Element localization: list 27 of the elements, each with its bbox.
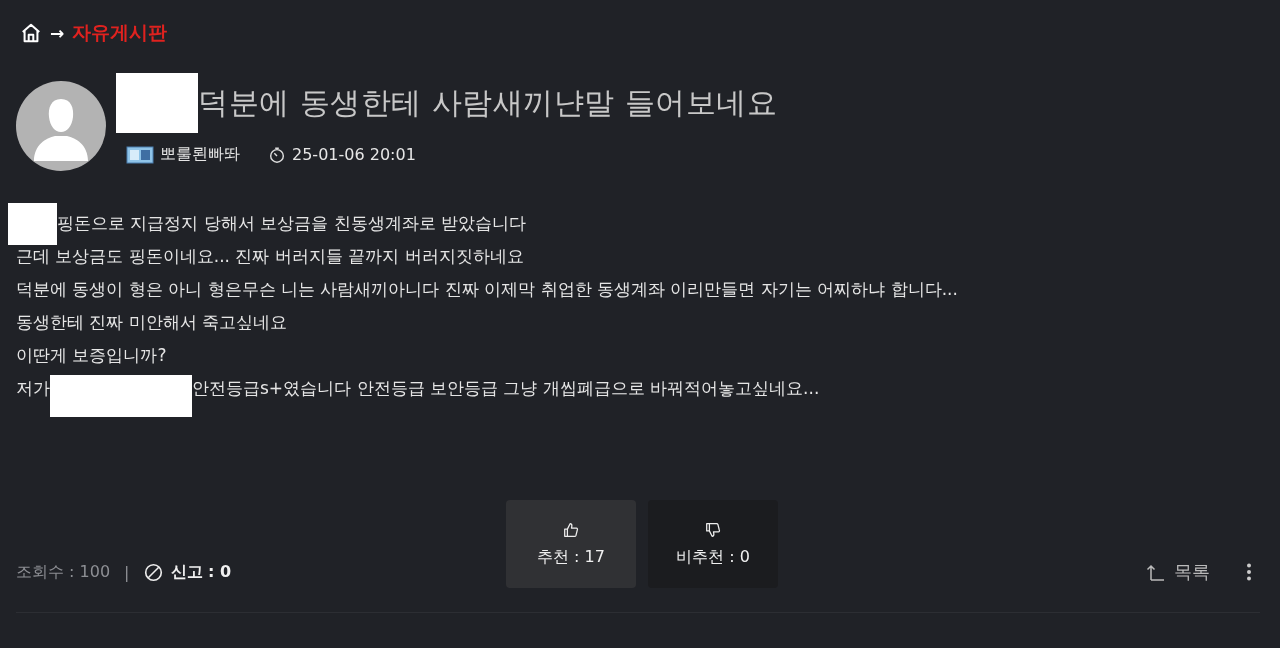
- return-arrow-icon: [1146, 562, 1166, 582]
- body-text: 핑돈으로 지급정지 당해서 보상금을 친동생계좌로 받았습니다: [57, 212, 527, 235]
- more-icon[interactable]: [1246, 562, 1252, 582]
- prohibited-icon[interactable]: [143, 562, 163, 582]
- recommend-button[interactable]: 추천 : 17: [506, 500, 636, 588]
- body-text: 저가: [16, 377, 50, 400]
- separator: |: [124, 562, 130, 582]
- view-count: 조회수 : 100: [16, 561, 111, 583]
- list-button[interactable]: 목록: [1146, 560, 1210, 584]
- thumbs-up-icon: [562, 520, 580, 539]
- body-text: 동생한테 진짜 미안해서 죽고싶네요: [16, 311, 288, 334]
- body-text: 덕분에 동생이 형은 아니 형은무슨 니는 사람새끼아니다 진짜 이제막 취업한 동생계좌 이리만들면 자기는 어찌하냐 합니다...: [16, 278, 958, 301]
- body-text: 근데 보상금도 핑돈이네요... 진짜 버러지들 끝까지 버러지짓하네요: [16, 245, 524, 268]
- member-badge-icon: [126, 144, 154, 165]
- thumbs-down-icon: [704, 520, 722, 539]
- body-text: 이딴게 보증입니까?: [16, 344, 167, 367]
- report-count[interactable]: 신고 : 0: [170, 561, 232, 583]
- timer-icon: [268, 145, 286, 164]
- author-name[interactable]: 뽀룰뢴빠똬: [160, 144, 240, 165]
- not-recommend-button[interactable]: 비추천 : 0: [648, 500, 778, 588]
- avatar-icon: [16, 81, 106, 171]
- post-date: 25-01-06 20:01: [292, 145, 416, 164]
- body-text: 안전등급s+였습니다 안전등급 보안등급 그냥 개씹폐급으로 바꿔적어놓고싶네요...: [192, 377, 820, 400]
- home-icon[interactable]: [20, 22, 42, 44]
- breadcrumb-arrow: →: [50, 23, 65, 43]
- redaction-block: [8, 202, 57, 245]
- post-title: 덕분에 동생한테 사람새끼냔말 들어보네요: [198, 83, 778, 122]
